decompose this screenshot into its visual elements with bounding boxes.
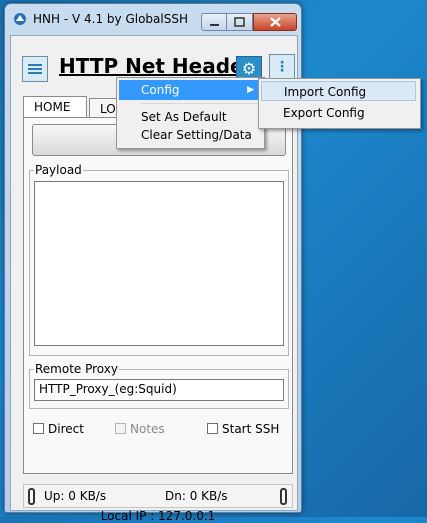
- upload-speed: Up: 0 KB/s: [44, 489, 107, 503]
- hamburger-icon: [28, 64, 42, 66]
- payload-group: Payload: [29, 163, 289, 356]
- start-ssh-label: Start SSH: [222, 422, 280, 436]
- menu-item-import-config[interactable]: Import Config: [261, 81, 416, 101]
- local-ip: Local IP : 127.0.0.1: [100, 509, 216, 523]
- app-title: HTTP Net Header: [59, 54, 254, 78]
- menu-separator: [141, 103, 258, 104]
- close-button[interactable]: [253, 13, 297, 31]
- context-menu: Config ▶ Set As Default Clear Setting/Da…: [116, 77, 265, 149]
- menu-item-config-label: Config: [141, 83, 180, 97]
- title-bar[interactable]: HNH - V 4.1 by GlobalSSH: [5, 4, 301, 32]
- remote-proxy-group: Remote Proxy HTTP_Proxy_(eg:Squid): [29, 362, 289, 409]
- menu-item-clear-setting-data[interactable]: Clear Setting/Data: [119, 125, 260, 145]
- home-panel: Payload Remote Proxy HTTP_Proxy_(eg:Squi…: [23, 117, 293, 474]
- app-icon: [14, 13, 26, 25]
- remote-proxy-input[interactable]: HTTP_Proxy_(eg:Squid): [34, 379, 284, 401]
- download-indicator-icon: [280, 488, 287, 505]
- window-title: HNH - V 4.1 by GlobalSSH: [33, 12, 188, 26]
- close-icon: [270, 17, 281, 27]
- direct-checkbox[interactable]: Direct: [33, 422, 84, 436]
- maximize-button[interactable]: [227, 13, 253, 31]
- checkbox-icon: [33, 423, 44, 434]
- checkbox-icon: [115, 423, 126, 434]
- hamburger-menu-button[interactable]: [22, 56, 48, 82]
- payload-label: Payload: [34, 163, 83, 177]
- gear-icon: ⚙: [241, 59, 257, 78]
- payload-textarea[interactable]: [34, 181, 284, 346]
- checkbox-icon: [207, 423, 218, 434]
- download-speed: Dn: 0 KB/s: [165, 489, 228, 503]
- more-vertical-icon: ⋮: [275, 59, 289, 75]
- config-submenu: Import Config Export Config: [258, 78, 421, 129]
- tab-home[interactable]: HOME: [23, 96, 87, 118]
- notes-label: Notes: [130, 422, 165, 436]
- remote-proxy-label: Remote Proxy: [34, 362, 119, 376]
- more-options-button[interactable]: ⋮: [269, 54, 295, 80]
- menu-item-export-config[interactable]: Export Config: [261, 103, 416, 123]
- direct-label: Direct: [48, 422, 84, 436]
- start-ssh-checkbox[interactable]: Start SSH: [207, 422, 279, 436]
- menu-item-set-as-default[interactable]: Set As Default: [119, 107, 260, 127]
- minimize-icon: [210, 24, 219, 26]
- submenu-arrow-icon: ▶: [247, 85, 254, 95]
- maximize-icon: [234, 17, 245, 27]
- menu-item-config[interactable]: Config ▶: [119, 80, 260, 100]
- notes-checkbox[interactable]: Notes: [115, 422, 165, 436]
- minimize-button[interactable]: [201, 13, 227, 31]
- upload-indicator-icon: [28, 488, 35, 505]
- traffic-status: Up: 0 KB/s Dn: 0 KB/s: [23, 484, 293, 508]
